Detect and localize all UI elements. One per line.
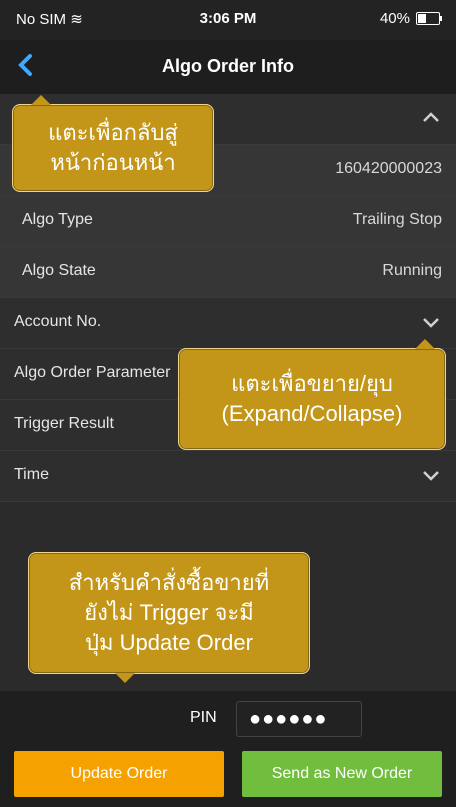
update-hint-text: สำหรับคำสั่งซื้อขายที่ ยังไม่ Trigger จะ… [68,570,270,655]
chevron-up-icon[interactable] [422,109,440,127]
battery-area: 40% [379,10,442,27]
action-bar: PIN ●●●●●● Update Order Send as New Orde… [0,691,456,807]
page-title: Algo Order Info [162,56,294,76]
row-value: 160420000023 [335,160,442,177]
row-label: Algo Type [22,211,93,228]
chevron-down-icon[interactable] [422,466,440,484]
nav-bar: Algo Order Info [0,40,456,94]
back-hint-callout: แตะเพื่อกลับสู่ หน้าก่อนหน้า [12,95,214,192]
row-value: Trailing Stop [352,211,442,228]
list-row: Algo Type Trailing Stop [0,196,456,247]
pin-row: PIN ●●●●●● [0,701,456,737]
row-label: Algo State [22,262,96,279]
list-row[interactable]: Account No. [0,298,456,349]
row-label: Algo Order Parameter [14,364,171,381]
expand-hint-callout: แตะเพื่อขยาย/ยุบ (Expand/Collapse) [178,339,446,450]
back-hint-text: แตะเพื่อกลับสู่ หน้าก่อนหน้า [48,120,178,175]
battery-icon [416,12,442,25]
send-new-order-button[interactable]: Send as New Order [242,751,442,797]
row-label: Account No. [14,313,102,330]
update-hint-callout: สำหรับคำสั่งซื้อขายที่ ยังไม่ Trigger จะ… [28,552,310,683]
row-value: Running [382,262,442,279]
pin-value: ●●●●●● [249,708,328,730]
list-row[interactable]: Time [0,451,456,502]
pin-label: PIN [190,709,217,726]
battery-level [418,14,426,23]
battery-percent: 40% [379,10,410,27]
pin-input[interactable]: ●●●●●● [236,701,362,737]
row-label: Trigger Result [14,415,114,432]
list-row: Algo State Running [0,247,456,298]
screen: No SIM ≋ 3:06 PM 40% Algo Order Info Alg… [0,0,456,807]
expand-hint-text: แตะเพื่อขยาย/ยุบ (Expand/Collapse) [221,371,403,426]
status-bar: No SIM ≋ 3:06 PM 40% [0,0,456,40]
row-label: Time [14,466,49,483]
update-order-button[interactable]: Update Order [14,751,224,797]
